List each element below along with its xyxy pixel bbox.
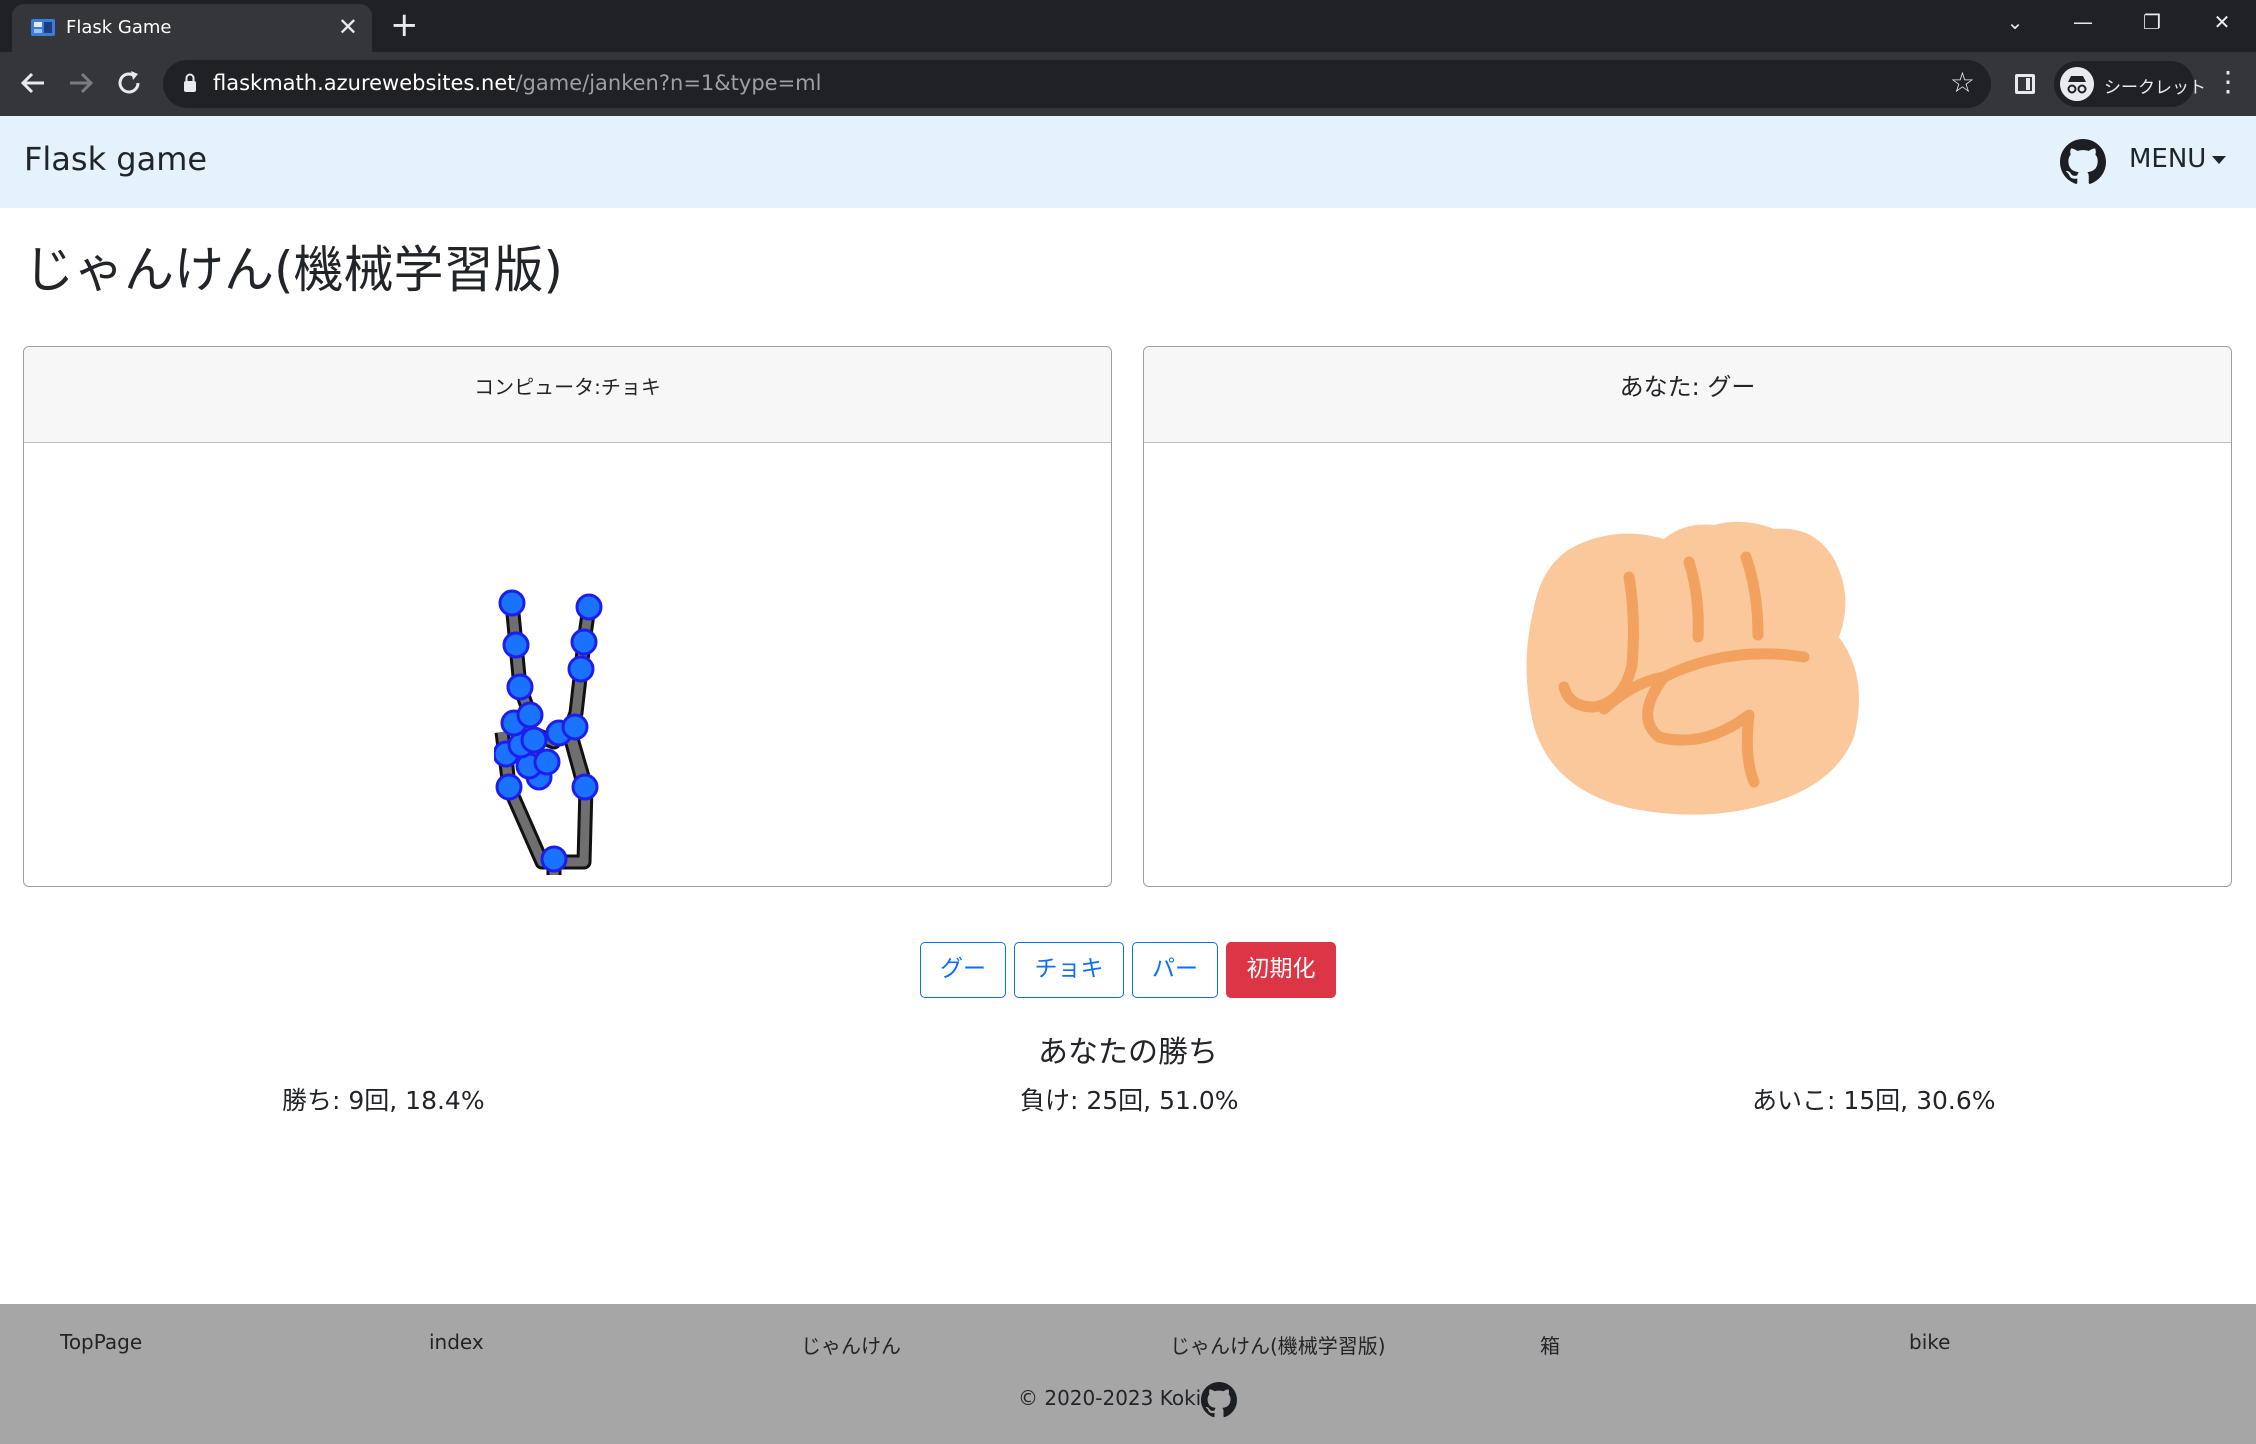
- back-arrow-icon[interactable]: [18, 68, 48, 98]
- caret-down-icon: [2212, 155, 2227, 164]
- github-footer-icon[interactable]: [1201, 1382, 1237, 1418]
- footer-link-janken-ml[interactable]: じゃんけん(機械学習版): [1170, 1330, 1386, 1359]
- browser-menu-icon[interactable]: ⋮: [2214, 64, 2242, 100]
- landmark-point: [495, 773, 523, 801]
- computer-card-header: コンピュータ:チョキ: [24, 347, 1111, 443]
- landmark-point: [571, 773, 599, 801]
- copyright-text: © 2020-2023 Koki: [1018, 1386, 1202, 1410]
- address-bar[interactable]: flaskmath.azurewebsites.net/game/janken?…: [163, 60, 1991, 108]
- draws-stat: あいこ: 15回, 30.6%: [1752, 1086, 1996, 1115]
- tab-close-icon[interactable]: ✕: [338, 14, 358, 40]
- restore-button[interactable]: ❐: [2122, 0, 2182, 44]
- footer-link-bike[interactable]: bike: [1909, 1330, 1950, 1354]
- footer-link-janken[interactable]: じゃんけん: [801, 1330, 901, 1359]
- landmark-point: [516, 701, 544, 729]
- landmark-point: [520, 726, 548, 754]
- landmark-point: [540, 845, 568, 873]
- player-card: あなた: グー: [1143, 346, 2232, 887]
- scissors-button[interactable]: チョキ: [1014, 942, 1124, 998]
- landmark-point: [506, 673, 534, 701]
- landmark-point: [498, 589, 526, 617]
- player-card-header: あなた: グー: [1144, 347, 2231, 443]
- page-title: じゃんけん(機械学習版): [24, 241, 564, 299]
- tab-title: Flask Game: [66, 17, 172, 38]
- fist-rock-illustration: [1526, 521, 1859, 815]
- computer-hand-label: コンピュータ:チョキ: [474, 375, 661, 399]
- browser-toolbar: flaskmath.azurewebsites.net/game/janken?…: [0, 52, 2256, 116]
- flask-favicon-icon: [31, 19, 55, 36]
- site-navbar: Flask game MENU: [0, 116, 2256, 208]
- footer: TopPage index じゃんけん じゃんけん(機械学習版) 箱 bike …: [0, 1304, 2256, 1444]
- losses-stat: 負け: 25回, 51.0%: [1020, 1086, 1239, 1115]
- browser-tab-strip: Flask Game ✕ + ⌄ — ❐ ✕: [0, 0, 2256, 52]
- close-window-button[interactable]: ✕: [2192, 0, 2252, 44]
- landmark-point: [575, 593, 603, 621]
- hand-landmark-scissors-image: [494, 589, 603, 875]
- computer-card: コンピュータ:チョキ: [23, 346, 1112, 887]
- landmark-point: [567, 655, 595, 683]
- landmark-point: [570, 628, 598, 656]
- menu-dropdown[interactable]: MENU: [2129, 144, 2227, 174]
- url-text[interactable]: flaskmath.azurewebsites.net/game/janken?…: [213, 71, 821, 95]
- brand-link[interactable]: Flask game: [24, 140, 207, 178]
- lock-icon[interactable]: [183, 73, 197, 93]
- new-tab-button[interactable]: +: [390, 8, 419, 42]
- footer-link-box[interactable]: 箱: [1540, 1330, 1560, 1359]
- browser-tab[interactable]: Flask Game ✕: [12, 4, 372, 52]
- rock-button[interactable]: グー: [920, 942, 1006, 998]
- bookmark-star-icon[interactable]: ☆: [1950, 66, 1975, 99]
- footer-link-index[interactable]: index: [429, 1330, 484, 1354]
- wins-stat: 勝ち: 9回, 18.4%: [282, 1086, 485, 1115]
- result-message: あなたの勝ち: [1038, 1035, 1218, 1070]
- incognito-label: シークレット: [2104, 78, 2206, 98]
- side-panel-icon[interactable]: [2015, 74, 2035, 94]
- incognito-icon: [2060, 67, 2094, 101]
- landmark-point: [502, 631, 530, 659]
- landmark-point: [533, 748, 561, 776]
- reload-icon[interactable]: [114, 68, 144, 98]
- footer-link-toppage[interactable]: TopPage: [60, 1330, 142, 1354]
- hand-buttons: グー チョキ パー 初期化: [920, 942, 1336, 998]
- player-hand-label: あなた: グー: [1619, 373, 1756, 401]
- paper-button[interactable]: パー: [1132, 942, 1218, 998]
- forward-arrow-icon[interactable]: [66, 68, 96, 98]
- github-icon[interactable]: [2060, 139, 2106, 185]
- reset-button[interactable]: 初期化: [1226, 942, 1336, 998]
- tab-search-icon[interactable]: ⌄: [1985, 0, 2045, 44]
- minimize-button[interactable]: —: [2053, 0, 2113, 44]
- landmark-point: [561, 713, 589, 741]
- incognito-indicator[interactable]: シークレット: [2054, 61, 2206, 107]
